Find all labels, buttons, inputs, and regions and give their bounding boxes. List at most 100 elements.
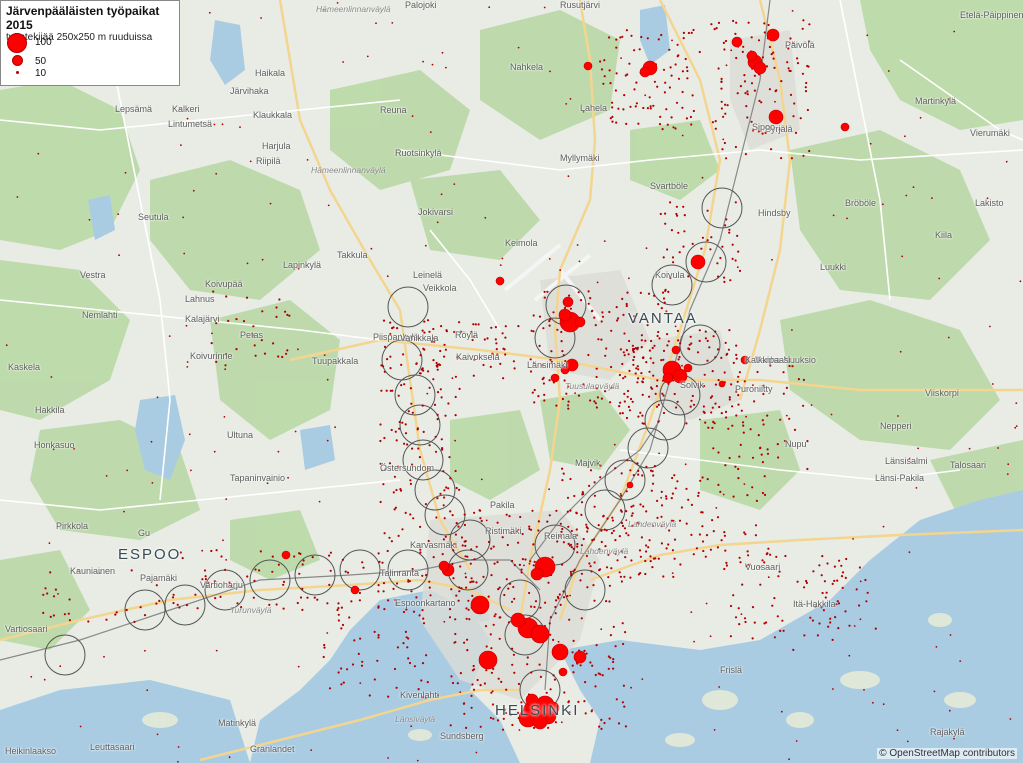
job-point	[1015, 402, 1018, 404]
job-point	[599, 60, 602, 63]
job-point	[431, 63, 434, 66]
job-point	[400, 363, 403, 366]
job-point	[780, 80, 783, 83]
job-point	[377, 590, 380, 593]
job-point	[662, 349, 666, 352]
job-point	[577, 394, 581, 397]
job-point	[246, 262, 249, 265]
job-point	[472, 688, 476, 691]
place-label: Hakkila	[35, 405, 65, 415]
job-point	[714, 402, 717, 405]
job-point	[624, 725, 628, 728]
job-point	[249, 160, 252, 163]
job-point	[588, 484, 591, 487]
job-point	[1005, 160, 1008, 163]
job-point	[753, 74, 757, 77]
map-canvas[interactable]: VANTAA ESPOO HELSINKI Palojoki Rusutjärvi…	[0, 0, 1023, 763]
job-point	[724, 341, 727, 344]
job-point	[676, 400, 679, 403]
job-point	[475, 581, 478, 584]
job-point	[661, 128, 664, 131]
job-point	[671, 492, 675, 495]
job-point	[465, 726, 468, 730]
job-point	[755, 499, 759, 502]
job-point	[640, 372, 643, 375]
job-point	[692, 28, 695, 32]
job-point	[397, 534, 400, 538]
job-point	[641, 474, 644, 477]
job-point	[471, 683, 474, 686]
job-point	[699, 418, 701, 421]
place-label: Röylä	[455, 330, 479, 340]
job-point	[625, 490, 628, 493]
job-point	[310, 749, 313, 751]
job-point	[155, 602, 158, 605]
job-point	[848, 654, 851, 657]
job-point	[263, 352, 267, 355]
job-point	[498, 616, 501, 619]
job-point	[626, 291, 629, 294]
job-point	[796, 62, 800, 65]
job-point	[698, 329, 701, 332]
job-point	[750, 36, 753, 39]
job-point	[68, 598, 71, 601]
job-point	[407, 410, 410, 413]
job-point	[727, 427, 730, 430]
job-point	[757, 434, 760, 437]
job-point	[422, 369, 425, 372]
job-point	[501, 536, 504, 539]
place-label: Reimala	[544, 531, 578, 541]
job-point	[603, 528, 606, 531]
job-point	[713, 28, 716, 31]
job-point	[662, 575, 665, 578]
job-point-large	[558, 308, 572, 322]
job-point	[806, 108, 810, 112]
job-point	[253, 344, 256, 347]
job-point	[561, 397, 565, 401]
legend-label: 50	[35, 56, 47, 67]
job-point	[467, 599, 470, 602]
job-point	[552, 638, 555, 642]
job-point	[353, 639, 356, 642]
job-point	[605, 600, 608, 603]
job-point	[633, 355, 636, 359]
job-point	[622, 351, 625, 354]
job-point	[612, 667, 615, 670]
job-point	[782, 371, 785, 374]
job-point	[422, 347, 425, 350]
job-point	[693, 640, 695, 643]
job-point	[717, 483, 720, 486]
job-point	[743, 74, 746, 77]
job-point	[657, 303, 660, 306]
job-point	[678, 251, 681, 254]
job-point	[620, 494, 623, 497]
job-point	[801, 27, 804, 30]
job-point	[641, 393, 644, 396]
job-point	[712, 420, 715, 423]
job-point	[246, 575, 249, 578]
place-label: Luukki	[820, 262, 847, 272]
job-point	[427, 370, 430, 373]
job-point	[719, 256, 722, 260]
job-point	[580, 572, 584, 575]
job-point	[556, 595, 560, 599]
job-point	[642, 377, 645, 380]
job-point	[30, 675, 33, 678]
job-point	[743, 483, 746, 485]
job-point	[640, 346, 643, 349]
job-point	[638, 48, 641, 51]
job-point	[701, 540, 705, 543]
job-point	[731, 243, 734, 246]
job-point	[436, 413, 439, 416]
place-label: Haikala	[255, 68, 286, 78]
job-point	[409, 482, 412, 485]
job-point	[424, 244, 427, 247]
job-point	[634, 105, 637, 108]
job-point	[756, 370, 759, 374]
job-point	[568, 544, 572, 547]
job-point	[204, 575, 207, 578]
job-point	[494, 338, 497, 341]
job-point	[737, 607, 740, 610]
job-point	[760, 101, 763, 104]
job-point	[685, 522, 688, 525]
